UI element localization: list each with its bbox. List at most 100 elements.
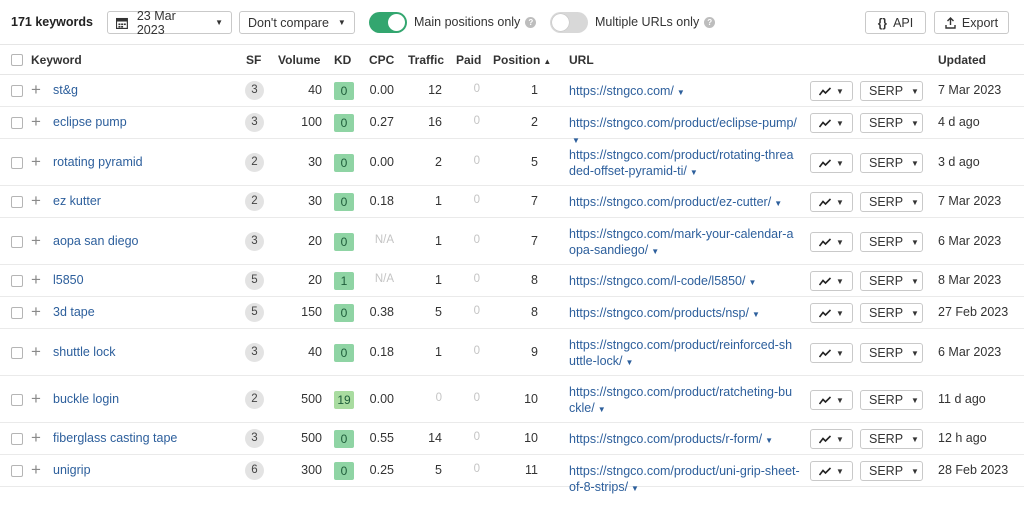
col-keyword[interactable]: Keyword — [31, 53, 82, 67]
url-link[interactable]: https://stngco.com/product/rotating-thre… — [569, 147, 804, 181]
url-link[interactable]: https://stngco.com/product/ratcheting-bu… — [569, 384, 804, 418]
serp-dropdown[interactable]: SERP ▼ — [860, 192, 923, 212]
select-all-checkbox[interactable] — [11, 54, 23, 66]
col-volume[interactable]: Volume — [278, 53, 320, 67]
row-checkbox[interactable] — [11, 307, 23, 319]
serp-dropdown[interactable]: SERP ▼ — [860, 461, 923, 481]
serp-dropdown[interactable]: SERP ▼ — [860, 232, 923, 252]
api-button[interactable]: {} API — [865, 11, 926, 34]
position-history-button[interactable]: ▼ — [810, 429, 853, 449]
url-link[interactable]: https://stngco.com/mark-your-calendar-a o… — [569, 226, 804, 260]
col-updated[interactable]: Updated — [938, 53, 986, 67]
url-link[interactable]: https://stngco.com/product/reinforced-sh… — [569, 337, 804, 371]
col-cpc[interactable]: CPC — [369, 53, 394, 67]
chevron-down-icon[interactable]: ▼ — [752, 310, 760, 319]
row-checkbox[interactable] — [11, 465, 23, 477]
col-kd[interactable]: KD — [334, 53, 351, 67]
chevron-down-icon[interactable]: ▼ — [774, 199, 782, 208]
keyword-link[interactable]: 3d tape — [53, 305, 95, 319]
position-history-button[interactable]: ▼ — [810, 192, 853, 212]
add-keyword-icon[interactable]: + — [31, 81, 41, 98]
row-checkbox[interactable] — [11, 433, 23, 445]
chevron-down-icon[interactable]: ▼ — [626, 358, 634, 367]
col-sf[interactable]: SF — [246, 53, 261, 67]
serp-dropdown[interactable]: SERP ▼ — [860, 113, 923, 133]
keyword-link[interactable]: ez kutter — [53, 194, 101, 208]
add-keyword-icon[interactable]: + — [31, 390, 41, 407]
keyword-link[interactable]: eclipse pump — [53, 115, 127, 129]
sf-badge[interactable]: 2 — [245, 390, 264, 409]
help-icon[interactable]: ? — [704, 17, 716, 28]
serp-dropdown[interactable]: SERP ▼ — [860, 303, 923, 323]
row-checkbox[interactable] — [11, 196, 23, 208]
sf-badge[interactable]: 3 — [245, 429, 264, 448]
add-keyword-icon[interactable]: + — [31, 303, 41, 320]
keyword-link[interactable]: fiberglass casting tape — [53, 431, 177, 445]
col-traffic[interactable]: Traffic — [408, 53, 444, 67]
add-keyword-icon[interactable]: + — [31, 461, 41, 478]
row-checkbox[interactable] — [11, 275, 23, 287]
chevron-down-icon[interactable]: ▼ — [765, 436, 773, 445]
position-history-button[interactable]: ▼ — [810, 232, 853, 252]
sf-badge[interactable]: 3 — [245, 232, 264, 251]
keyword-link[interactable]: rotating pyramid — [53, 155, 143, 169]
url-link[interactable]: https://stngco.com/product/ez-cutter/▼ — [569, 194, 804, 212]
chevron-down-icon[interactable]: ▼ — [651, 247, 659, 256]
add-keyword-icon[interactable]: + — [31, 153, 41, 170]
serp-dropdown[interactable]: SERP ▼ — [860, 429, 923, 449]
url-link[interactable]: https://stngco.com/▼ — [569, 83, 804, 101]
row-checkbox[interactable] — [11, 394, 23, 406]
multiple-urls-toggle[interactable] — [550, 12, 588, 33]
sf-badge[interactable]: 5 — [245, 271, 264, 290]
chevron-down-icon[interactable]: ▼ — [690, 168, 698, 177]
chevron-down-icon[interactable]: ▼ — [631, 484, 639, 493]
serp-dropdown[interactable]: SERP ▼ — [860, 153, 923, 173]
chevron-down-icon[interactable]: ▼ — [677, 88, 685, 97]
add-keyword-icon[interactable]: + — [31, 192, 41, 209]
chevron-down-icon[interactable]: ▼ — [598, 405, 606, 414]
keyword-link[interactable]: l5850 — [53, 273, 84, 287]
position-history-button[interactable]: ▼ — [810, 81, 853, 101]
chevron-down-icon[interactable]: ▼ — [748, 278, 756, 287]
sf-badge[interactable]: 6 — [245, 461, 264, 480]
main-positions-toggle[interactable] — [369, 12, 407, 33]
position-history-button[interactable]: ▼ — [810, 461, 853, 481]
serp-dropdown[interactable]: SERP ▼ — [860, 81, 923, 101]
add-keyword-icon[interactable]: + — [31, 271, 41, 288]
position-history-button[interactable]: ▼ — [810, 343, 853, 363]
compare-dropdown[interactable]: Don't compare ▼ — [239, 11, 355, 34]
add-keyword-icon[interactable]: + — [31, 429, 41, 446]
keyword-link[interactable]: shuttle lock — [53, 345, 116, 359]
add-keyword-icon[interactable]: + — [31, 113, 41, 130]
col-url[interactable]: URL — [569, 53, 594, 67]
sf-badge[interactable]: 5 — [245, 303, 264, 322]
keyword-link[interactable]: unigrip — [53, 463, 91, 477]
keyword-link[interactable]: aopa san diego — [53, 234, 139, 248]
col-paid[interactable]: Paid — [456, 53, 481, 67]
export-button[interactable]: Export — [934, 11, 1009, 34]
position-history-button[interactable]: ▼ — [810, 271, 853, 291]
sf-badge[interactable]: 2 — [245, 192, 264, 211]
serp-dropdown[interactable]: SERP ▼ — [860, 271, 923, 291]
position-history-button[interactable]: ▼ — [810, 113, 853, 133]
row-checkbox[interactable] — [11, 236, 23, 248]
row-checkbox[interactable] — [11, 85, 23, 97]
url-link[interactable]: https://stngco.com/products/r-form/▼ — [569, 431, 804, 449]
help-icon[interactable]: ? — [525, 17, 537, 28]
col-position[interactable]: Position ▲ — [493, 53, 551, 67]
position-history-button[interactable]: ▼ — [810, 390, 853, 410]
serp-dropdown[interactable]: SERP ▼ — [860, 390, 923, 410]
add-keyword-icon[interactable]: + — [31, 232, 41, 249]
url-link[interactable]: https://stngco.com/products/nsp/▼ — [569, 305, 804, 323]
serp-dropdown[interactable]: SERP ▼ — [860, 343, 923, 363]
sf-badge[interactable]: 3 — [245, 81, 264, 100]
row-checkbox[interactable] — [11, 117, 23, 129]
keyword-link[interactable]: st&g — [53, 83, 78, 97]
sf-badge[interactable]: 3 — [245, 113, 264, 132]
sf-badge[interactable]: 2 — [245, 153, 264, 172]
position-history-button[interactable]: ▼ — [810, 303, 853, 323]
row-checkbox[interactable] — [11, 347, 23, 359]
date-picker-button[interactable]: 23 Mar 2023 ▼ — [107, 9, 232, 37]
keyword-link[interactable]: buckle login — [53, 392, 119, 406]
position-history-button[interactable]: ▼ — [810, 153, 853, 173]
